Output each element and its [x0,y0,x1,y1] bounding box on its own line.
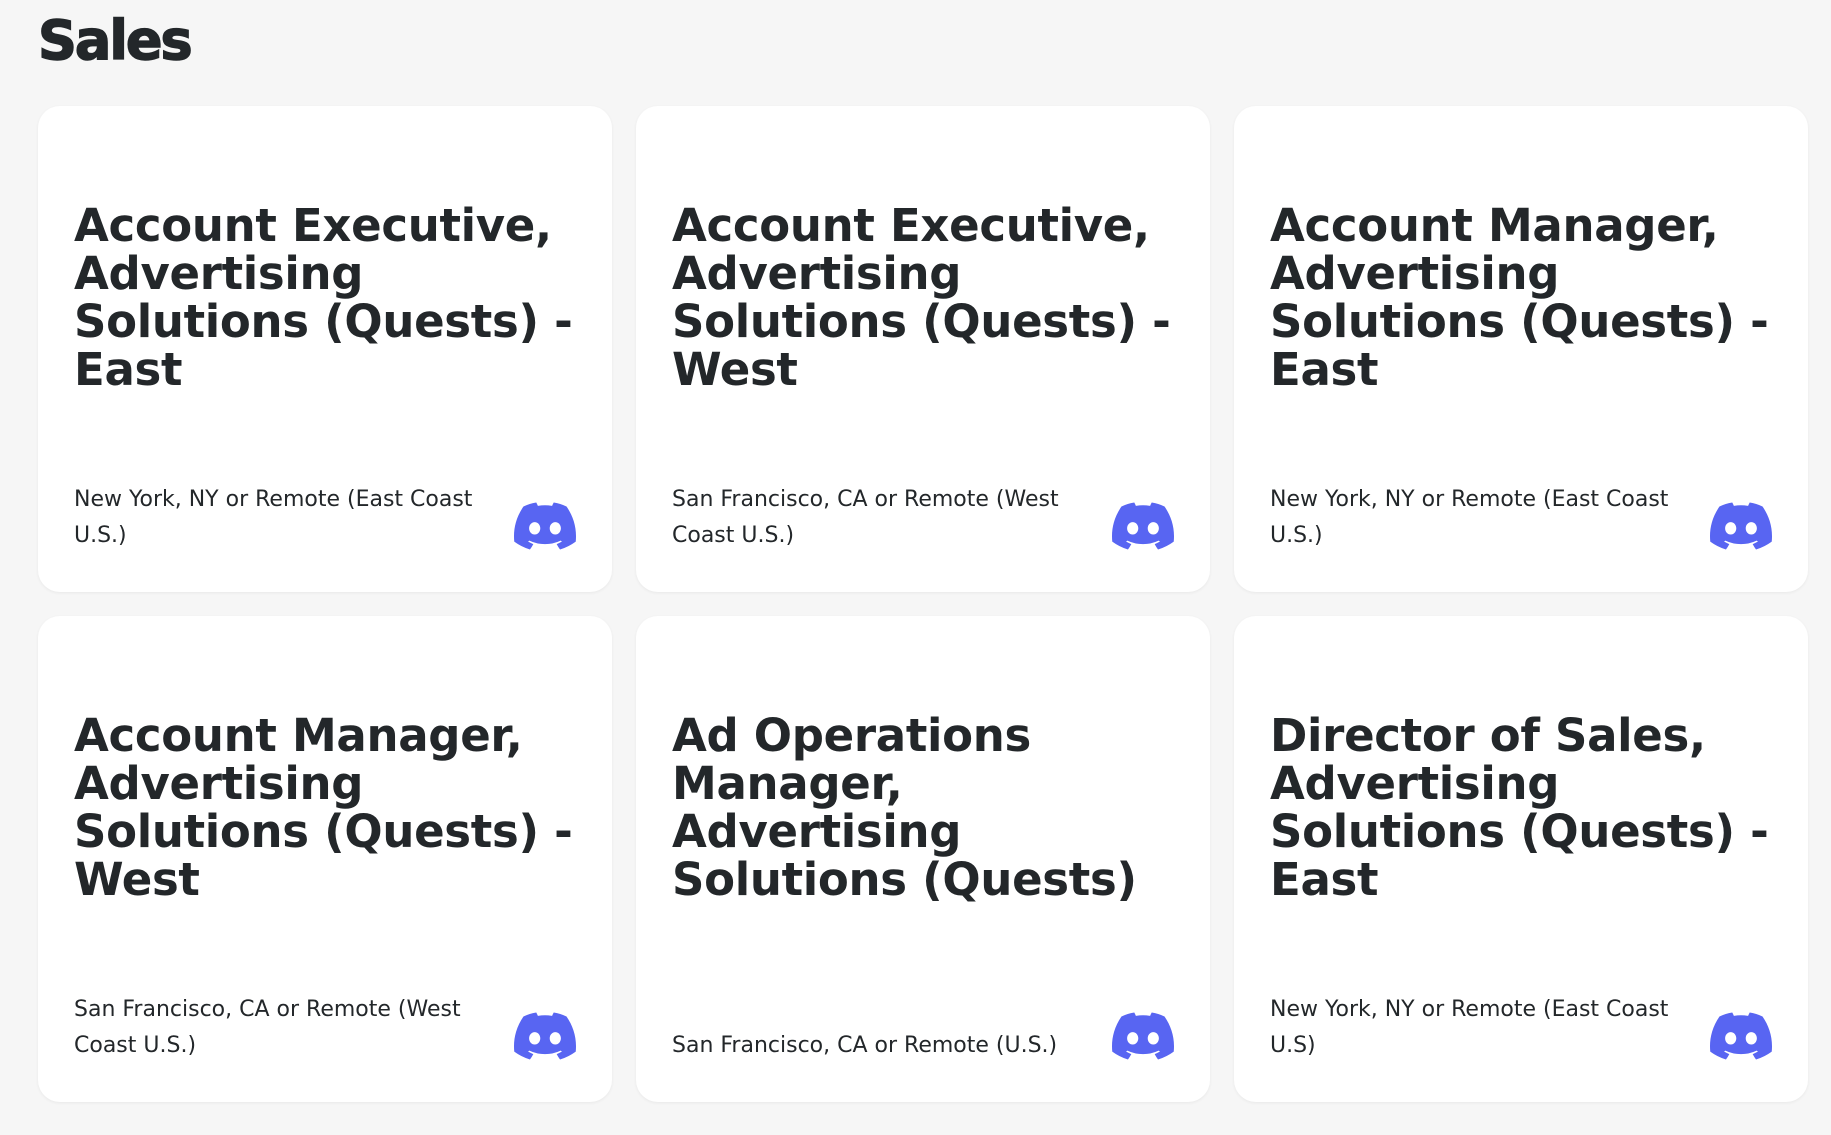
job-title[interactable]: Director of Sales, Advertising Solutions… [1270,712,1770,904]
discord-logo-icon [1112,1012,1174,1060]
job-location: New York, NY or Remote (East Coast U.S.) [74,487,473,548]
job-card[interactable]: Account Executive, Advertising Solutions… [636,106,1210,592]
discord-logo-icon [514,1012,576,1060]
job-card[interactable]: Director of Sales, Advertising Solutions… [1234,616,1808,1102]
job-grid: Account Executive, Advertising Solutions… [38,106,1808,1102]
job-location: San Francisco, CA or Remote (West Coast … [672,487,1059,548]
job-card[interactable]: Ad Operations Manager, Advertising Solut… [636,616,1210,1102]
job-location: San Francisco, CA or Remote (West Coast … [74,997,461,1058]
job-card[interactable]: Account Manager, Advertising Solutions (… [38,616,612,1102]
job-location: New York, NY or Remote (East Coast U.S.) [1270,487,1669,548]
section-title: Sales [37,9,193,72]
job-title[interactable]: Account Executive, Advertising Solutions… [74,202,574,394]
page: Sales Account Executive, Advertising Sol… [0,0,1831,1135]
job-title[interactable]: Account Executive, Advertising Solutions… [672,202,1172,394]
discord-logo-icon [1710,1012,1772,1060]
discord-logo-icon [514,502,576,550]
discord-logo-icon [1112,502,1174,550]
job-title[interactable]: Ad Operations Manager, Advertising Solut… [672,712,1172,904]
job-location: New York, NY or Remote (East Coast U.S) [1270,997,1669,1058]
job-title[interactable]: Account Manager, Advertising Solutions (… [74,712,574,904]
job-location: San Francisco, CA or Remote (U.S.) [672,1033,1058,1058]
job-title[interactable]: Account Manager, Advertising Solutions (… [1270,202,1770,394]
discord-logo-icon [1710,502,1772,550]
job-card[interactable]: Account Manager, Advertising Solutions (… [1234,106,1808,592]
job-card[interactable]: Account Executive, Advertising Solutions… [38,106,612,592]
